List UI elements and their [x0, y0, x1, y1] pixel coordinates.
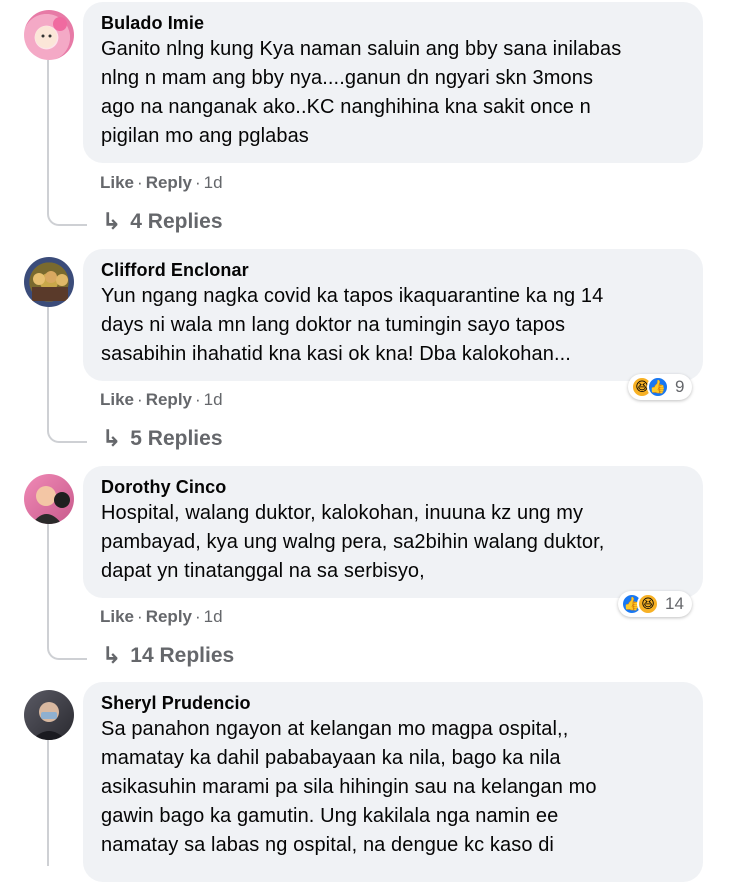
like-reaction-icon: 👍	[647, 376, 669, 398]
reaction-summary[interactable]: 👍 😆 14	[618, 591, 692, 617]
thread-connector	[47, 642, 87, 660]
like-button[interactable]: Like	[100, 173, 134, 192]
reply-arrow-icon: ↳	[102, 642, 122, 668]
comment-timestamp[interactable]: 1d	[204, 607, 223, 626]
comment-author[interactable]: Bulado Imie	[101, 11, 685, 35]
view-replies-button[interactable]: ↳ 4 Replies	[102, 208, 223, 235]
avatar[interactable]	[24, 257, 74, 307]
replies-label: 5 Replies	[130, 426, 223, 450]
like-button[interactable]: Like	[100, 607, 134, 626]
haha-reaction-icon: 😆	[637, 593, 659, 615]
comment-timestamp[interactable]: 1d	[204, 390, 223, 409]
view-replies-button[interactable]: ↳ 14 Replies	[102, 642, 234, 669]
comment-text: Hospital, walang duktor, kalokohan, inuu…	[101, 502, 605, 582]
comment-bubble: Dorothy Cinco Hospital, walang duktor, k…	[83, 466, 703, 598]
reply-button[interactable]: Reply	[146, 173, 192, 192]
comment-actions: Like · Reply · 1d	[100, 607, 223, 626]
reply-arrow-icon: ↳	[102, 425, 122, 451]
thread-line	[47, 524, 49, 644]
comment-actions: Like · Reply · 1d	[100, 390, 223, 409]
thread-connector	[47, 208, 87, 226]
reply-arrow-icon: ↳	[102, 208, 122, 234]
thread-line	[47, 307, 49, 427]
avatar[interactable]	[24, 10, 74, 60]
avatar[interactable]	[24, 690, 74, 740]
comment-text: Yun ngang nagka covid ka tapos ikaquaran…	[101, 285, 604, 365]
reaction-summary[interactable]: 😆 👍 9	[628, 374, 693, 400]
reply-button[interactable]: Reply	[146, 607, 192, 626]
thread-line	[47, 740, 49, 866]
reaction-count: 14	[665, 594, 684, 613]
comment-text: Sa panahon ngayon at kelangan mo magpa o…	[101, 718, 597, 856]
comment-author[interactable]: Dorothy Cinco	[101, 475, 685, 499]
view-replies-button[interactable]: ↳ 5 Replies	[102, 425, 223, 452]
reaction-count: 9	[675, 377, 685, 396]
comment-bubble: Sheryl Prudencio Sa panahon ngayon at ke…	[83, 682, 703, 882]
comment-bubble: Clifford Enclonar Yun ngang nagka covid …	[83, 249, 703, 381]
thread-line	[47, 60, 49, 210]
comment-bubble: Bulado Imie Ganito nlng kung Kya naman s…	[83, 2, 703, 163]
replies-label: 4 Replies	[130, 209, 223, 233]
avatar[interactable]	[24, 474, 74, 524]
comment-text: Ganito nlng kung Kya naman saluin ang bb…	[101, 38, 622, 147]
comment-author[interactable]: Sheryl Prudencio	[101, 691, 685, 715]
comment-author[interactable]: Clifford Enclonar	[101, 258, 685, 282]
thread-connector	[47, 425, 87, 443]
like-button[interactable]: Like	[100, 390, 134, 409]
comment-actions: Like · Reply · 1d	[100, 173, 223, 192]
reply-button[interactable]: Reply	[146, 390, 192, 409]
replies-label: 14 Replies	[130, 643, 235, 667]
comment-timestamp[interactable]: 1d	[204, 173, 223, 192]
